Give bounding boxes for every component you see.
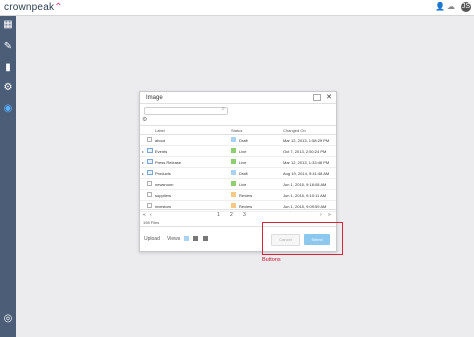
expand-chevron-icon[interactable]: ▸ — [142, 171, 144, 176]
status-swatch — [231, 170, 236, 175]
expand-chevron-icon[interactable]: ▸ — [142, 149, 144, 154]
top-bar: crownpeak⌃ 👤 ☁ JS — [0, 0, 474, 16]
avatar[interactable]: JS — [461, 2, 471, 12]
changed-on-date: Jun 1, 2015, 9:16:08 AM — [283, 182, 327, 187]
file-icon — [147, 137, 152, 142]
changed-on-date: Mar 12, 2013, 1:58:29 PM — [283, 138, 330, 143]
col-changed-on[interactable]: Changed On — [283, 128, 306, 133]
prev-page-button[interactable]: ‹ — [150, 212, 152, 218]
changed-on-date: Aug 19, 2014, 9:41:48 AM — [283, 171, 330, 176]
folder-icon — [147, 170, 153, 175]
buttons-highlight-box — [262, 222, 343, 255]
file-count: 198 Files — [143, 220, 160, 225]
file-icon — [147, 203, 152, 208]
status-swatch — [231, 203, 236, 208]
last-page-button[interactable]: » — [328, 212, 331, 218]
dialog-title: Image — [146, 95, 163, 101]
status-label: Live — [239, 149, 247, 154]
status-swatch — [231, 159, 236, 164]
edit-icon[interactable]: ✎ — [3, 42, 13, 52]
status-label: Live — [239, 160, 247, 165]
analytics-icon[interactable]: ▮ — [3, 63, 13, 73]
file-table: Label Status Changed On about Draft Mar 12… — [140, 125, 336, 212]
changed-on-date: Oct 7, 2013, 2:50:24 PM — [283, 149, 327, 154]
folder-icon — [147, 159, 153, 164]
file-icon — [147, 192, 152, 197]
file-name: suppliers — [155, 193, 172, 198]
crownpeak-logo[interactable]: crownpeak⌃ — [4, 2, 63, 13]
next-page-button[interactable]: › — [320, 212, 322, 218]
status-label: Draft — [239, 171, 248, 176]
dashboard-icon[interactable]: ▦ — [3, 20, 13, 30]
cloud-icon[interactable]: ☁ — [447, 2, 455, 11]
file-name: Products — [155, 171, 171, 176]
maximize-icon[interactable] — [313, 94, 321, 101]
upload-button[interactable]: Upload — [144, 236, 160, 242]
dialog-header: Image ✕ — [140, 92, 336, 104]
pagination: « ‹ 1 2 3 › » — [140, 209, 336, 219]
page-1-button[interactable]: 1 — [217, 212, 220, 218]
thumbnail-view-icon[interactable] — [184, 236, 189, 241]
status-swatch — [231, 192, 236, 197]
user-icon[interactable]: 👤 — [435, 2, 445, 11]
table-header: Label Status Changed On — [140, 125, 336, 135]
page-3-button[interactable]: 3 — [243, 212, 246, 218]
changed-on-date: Mar 12, 2013, 1:33:48 PM — [283, 160, 330, 165]
table-row[interactable]: about Draft Mar 12, 2013, 1:58:29 PM — [140, 135, 336, 146]
status-label: Draft — [239, 138, 248, 143]
folder-icon — [147, 148, 153, 153]
page-2-button[interactable]: 2 — [230, 212, 233, 218]
file-name: about — [155, 138, 166, 143]
table-row[interactable]: ▸ Events Live Oct 7, 2013, 2:50:24 PM — [140, 146, 336, 157]
status-swatch — [231, 148, 236, 153]
status-swatch — [231, 181, 236, 186]
file-icon — [147, 181, 152, 186]
file-name: newsroom — [155, 182, 174, 187]
first-page-button[interactable]: « — [143, 212, 146, 218]
views-label: Views — [167, 236, 181, 242]
search-input[interactable]: ⌕ — [144, 106, 228, 115]
file-name: Press Release — [155, 160, 182, 165]
table-row[interactable]: newsroom Live Jun 1, 2015, 9:16:08 AM — [140, 179, 336, 190]
status-label: Review — [239, 193, 253, 198]
grid-view-icon[interactable] — [193, 236, 198, 241]
col-status[interactable]: Status — [231, 128, 242, 133]
help-icon[interactable]: ◎ — [3, 314, 13, 324]
list-view-icon[interactable] — [203, 236, 208, 241]
sidebar: ▦ ✎ ▮ ⚙ ◉ ◎ — [0, 16, 16, 337]
changed-on-date: Jun 1, 2015, 9:10:11 AM — [283, 193, 327, 198]
status-label: Live — [239, 182, 247, 187]
table-row[interactable]: ▸ Press Release Live Mar 12, 2013, 1:33:48 … — [140, 157, 336, 168]
buttons-annotation: Buttons — [262, 257, 281, 263]
search-icon: ⌕ — [221, 106, 225, 112]
cms-icon[interactable]: ◉ — [3, 104, 13, 114]
table-row[interactable]: ▸ Products Draft Aug 19, 2014, 9:41:48 AM — [140, 168, 336, 179]
expand-chevron-icon[interactable]: ▸ — [142, 160, 144, 165]
table-row[interactable]: suppliers Review Jun 1, 2015, 9:10:11 AM — [140, 190, 336, 201]
close-icon[interactable]: ✕ — [326, 93, 332, 101]
gear-icon[interactable]: ⚙ — [142, 116, 147, 123]
settings-icon[interactable]: ⚙ — [3, 83, 13, 93]
file-name: Events — [155, 149, 168, 154]
status-swatch — [231, 137, 236, 142]
col-label[interactable]: Label — [155, 128, 165, 133]
